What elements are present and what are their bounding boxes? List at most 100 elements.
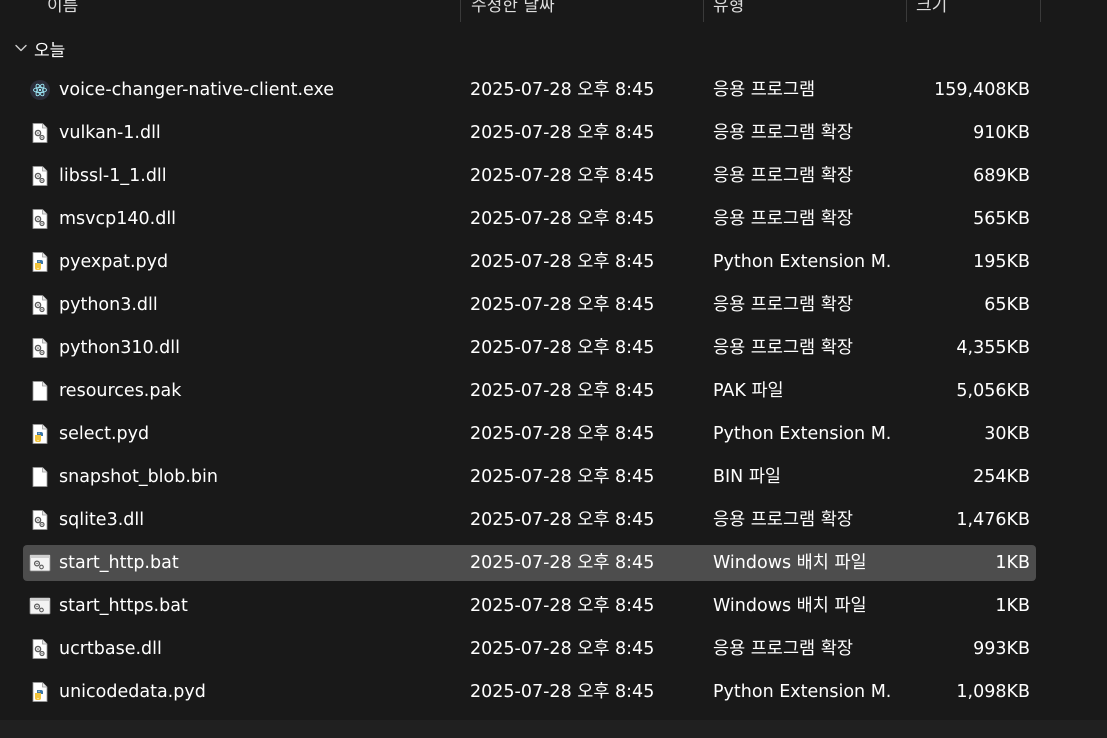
python-file-icon [29,251,51,273]
file-date-modified: 2025-07-28 오후 8:45 [470,252,655,272]
file-date-modified: 2025-07-28 오후 8:45 [470,381,655,401]
column-header-name[interactable]: 이름 [47,0,447,22]
file-size: 1,476KB [956,510,1030,530]
file-row[interactable]: msvcp140.dll 2025-07-28 오후 8:45 응용 프로그램 … [23,201,1036,237]
file-name: python310.dll [59,338,181,358]
file-date-modified: 2025-07-28 오후 8:45 [470,424,655,444]
python-file-icon [29,681,51,703]
file-row[interactable]: libssl-1_1.dll 2025-07-28 오후 8:45 응용 프로그… [23,158,1036,194]
file-name: voice-changer-native-client.exe [59,80,335,100]
file-row[interactable]: vulkan-1.dll 2025-07-28 오후 8:45 응용 프로그램 … [23,115,1036,151]
file-row[interactable]: unicodedata.pyd 2025-07-28 오후 8:45 Pytho… [23,674,1036,710]
column-header-name-label: 이름 [47,0,79,16]
file-row[interactable]: start_http.bat 2025-07-28 오후 8:45 Window… [23,545,1036,581]
python-file-icon [29,423,51,445]
file-name: start_http.bat [59,553,179,573]
file-type: 응용 프로그램 확장 [713,639,853,659]
file-name: snapshot_blob.bin [59,467,218,487]
group-label: 오늘 [34,40,66,61]
file-row[interactable]: sqlite3.dll 2025-07-28 오후 8:45 응용 프로그램 확… [23,502,1036,538]
file-date-modified: 2025-07-28 오후 8:45 [470,338,655,358]
file-size: 4,355KB [956,338,1030,358]
batch-file-icon [29,595,51,617]
dll-file-icon [29,638,51,660]
file-type: 응용 프로그램 확장 [713,338,853,358]
file-type: Python Extension M... [713,424,893,444]
file-size: 195KB [973,252,1030,272]
file-type: 응용 프로그램 확장 [713,123,853,143]
file-size: 1KB [995,596,1030,616]
file-row[interactable]: python3.dll 2025-07-28 오후 8:45 응용 프로그램 확… [23,287,1036,323]
file-name: ucrtbase.dll [59,639,162,659]
file-row[interactable]: pyexpat.pyd 2025-07-28 오후 8:45 Python Ex… [23,244,1036,280]
file-name: vulkan-1.dll [59,123,161,143]
file-name: msvcp140.dll [59,209,177,229]
column-header-date-label: 수정한 날짜 [471,0,555,16]
column-header-size-label: 크기 [916,0,948,16]
file-date-modified: 2025-07-28 오후 8:45 [470,682,655,702]
file-size: 910KB [973,123,1030,143]
file-row[interactable]: python310.dll 2025-07-28 오후 8:45 응용 프로그램… [23,330,1036,366]
file-type: 응용 프로그램 [713,80,816,100]
column-divider[interactable] [906,0,907,22]
dll-file-icon [29,208,51,230]
file-size: 5,056KB [956,381,1030,401]
file-type: BIN 파일 [713,467,782,487]
file-name: unicodedata.pyd [59,682,206,702]
status-strip [0,720,1107,738]
file-date-modified: 2025-07-28 오후 8:45 [470,553,655,573]
file-size: 1,098KB [956,682,1030,702]
file-date-modified: 2025-07-28 오후 8:45 [470,209,655,229]
file-size: 254KB [973,467,1030,487]
file-date-modified: 2025-07-28 오후 8:45 [470,80,655,100]
file-name: start_https.bat [59,596,188,616]
chevron-down-icon[interactable] [12,39,30,57]
file-size: 30KB [984,424,1030,444]
file-date-modified: 2025-07-28 오후 8:45 [470,596,655,616]
file-type: 응용 프로그램 확장 [713,209,853,229]
file-name: sqlite3.dll [59,510,145,530]
file-date-modified: 2025-07-28 오후 8:45 [470,467,655,487]
column-header-date[interactable]: 수정한 날짜 [471,0,701,22]
column-divider[interactable] [460,0,461,22]
file-row[interactable]: start_https.bat 2025-07-28 오후 8:45 Windo… [23,588,1036,624]
file-type: 응용 프로그램 확장 [713,510,853,530]
column-header-size[interactable]: 크기 [916,0,1036,22]
file-type: Python Extension M... [713,252,893,272]
dll-file-icon [29,337,51,359]
file-row[interactable]: voice-changer-native-client.exe 2025-07-… [23,72,1036,108]
file-name: select.pyd [59,424,150,444]
file-type: 응용 프로그램 확장 [713,295,853,315]
file-type: Python Extension M... [713,682,893,702]
file-size: 689KB [973,166,1030,186]
file-name: libssl-1_1.dll [59,166,167,186]
file-date-modified: 2025-07-28 오후 8:45 [470,166,655,186]
file-date-modified: 2025-07-28 오후 8:45 [470,510,655,530]
batch-file-icon [29,552,51,574]
file-size: 65KB [984,295,1030,315]
file-type: 응용 프로그램 확장 [713,166,853,186]
dll-file-icon [29,165,51,187]
file-row[interactable]: select.pyd 2025-07-28 오후 8:45 Python Ext… [23,416,1036,452]
column-header-type-label: 유형 [713,0,745,16]
file-name: pyexpat.pyd [59,252,169,272]
column-header-type[interactable]: 유형 [713,0,903,22]
file-name: resources.pak [59,381,182,401]
column-divider[interactable] [1040,0,1041,22]
file-row[interactable]: resources.pak 2025-07-28 오후 8:45 PAK 파일 … [23,373,1036,409]
group-header-today[interactable]: 오늘 [12,36,66,61]
dll-file-icon [29,294,51,316]
file-type: Windows 배치 파일 [713,553,867,573]
file-type: PAK 파일 [713,381,784,401]
file-date-modified: 2025-07-28 오후 8:45 [470,639,655,659]
file-date-modified: 2025-07-28 오후 8:45 [470,295,655,315]
file-row[interactable]: ucrtbase.dll 2025-07-28 오후 8:45 응용 프로그램 … [23,631,1036,667]
file-row[interactable]: snapshot_blob.bin 2025-07-28 오후 8:45 BIN… [23,459,1036,495]
file-list-pane: 이름 수정한 날짜 유형 크기 오늘 voice-changer-native-… [0,0,1107,738]
column-divider[interactable] [703,0,704,22]
file-date-modified: 2025-07-28 오후 8:45 [470,123,655,143]
file-size: 565KB [973,209,1030,229]
dll-file-icon [29,509,51,531]
file-size: 1KB [995,553,1030,573]
file-size: 993KB [973,639,1030,659]
